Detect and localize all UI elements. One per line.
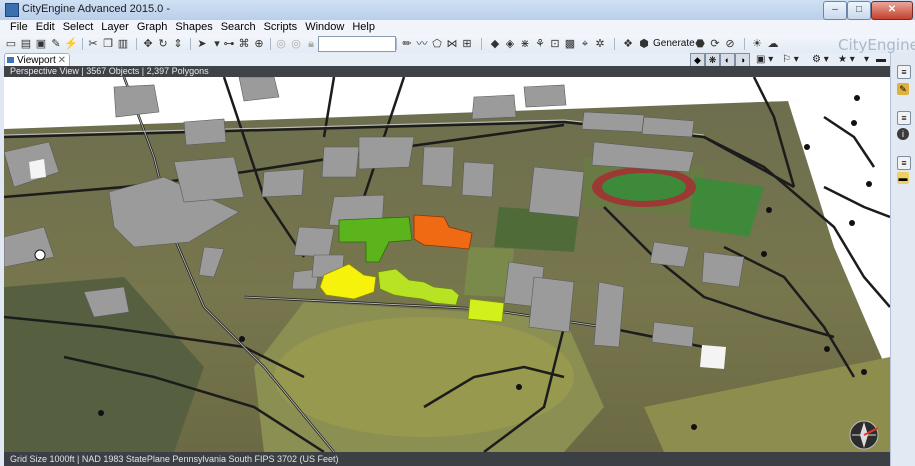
layers-icon[interactable]: ≡: [897, 65, 911, 79]
save-icon[interactable]: ▣: [34, 37, 48, 51]
close-button[interactable]: ✕: [871, 1, 913, 20]
frame-icon[interactable]: ⌘: [237, 37, 251, 51]
menu-layer[interactable]: Layer: [97, 20, 133, 35]
menu-select[interactable]: Select: [59, 20, 98, 35]
graph-icon[interactable]: ⋈: [445, 37, 459, 51]
curve-icon[interactable]: 〰: [415, 37, 429, 51]
update-icon[interactable]: ⟳: [708, 37, 722, 51]
minimize-view-icon[interactable]: ▬: [876, 53, 886, 66]
menu-help[interactable]: Help: [348, 20, 379, 35]
wireframe-icon[interactable]: ◆: [690, 53, 705, 67]
align-icon[interactable]: ⚘: [533, 37, 547, 51]
rule-icon[interactable]: ⊡: [548, 37, 562, 51]
main-toolbar: ▭ ▤ ▣ ✎ ⚡ ✂ ❐ ▥ ✥ ↻ ⇕ ➤ ▾ ⊶ ⌘ ⊕ ◎ ◎ 🔒︎ ✏…: [0, 35, 915, 54]
brush-icon[interactable]: ✏: [400, 37, 414, 51]
status-bar: Grid Size 1000ft | NAD 1983 StatePlane P…: [4, 452, 890, 466]
view-menu-icon[interactable]: ▾: [864, 53, 869, 66]
menu-edit[interactable]: Edit: [32, 20, 59, 35]
panel-menu-icon[interactable]: ≡: [897, 111, 911, 125]
app-icon: [5, 3, 19, 17]
camera-icon[interactable]: ◎: [274, 37, 288, 51]
title-bar: CityEngine Advanced 2015.0 - – □ ✕: [0, 0, 915, 21]
generate-icon[interactable]: ⬢: [637, 37, 651, 51]
menu-bar: File Edit Select Layer Graph Shapes Search Scri…: [0, 20, 915, 35]
shape-edit-icon[interactable]: ◈: [503, 37, 517, 51]
lock-icon[interactable]: 🔒︎: [304, 37, 318, 51]
copy-icon[interactable]: ❐: [101, 37, 115, 51]
menu-shapes[interactable]: Shapes: [171, 20, 216, 35]
texture-icon[interactable]: ❋: [705, 53, 720, 67]
checker-icon[interactable]: ▩: [563, 37, 577, 51]
shading-icon[interactable]: ◐: [720, 53, 735, 67]
status-text: Grid Size 1000ft | NAD 1983 StatePlane P…: [10, 454, 339, 464]
camera-menu-icon[interactable]: ▣ ▾: [756, 53, 773, 66]
compass-icon[interactable]: [849, 420, 879, 450]
open-icon[interactable]: ▤: [19, 37, 33, 51]
generate-small-icon[interactable]: ❖: [621, 37, 635, 51]
star-menu-icon[interactable]: ★ ▾: [838, 53, 855, 66]
viewport-icon: [7, 57, 14, 63]
window-title: CityEngine Advanced 2015.0 -: [22, 3, 170, 15]
building-lime[interactable]: [467, 298, 505, 323]
subdivide-icon[interactable]: ⋇: [518, 37, 532, 51]
bookmark-icon[interactable]: ◎: [289, 37, 303, 51]
viewport-tab-bar: Viewport ✕ ◆ ❋ ◐ ◑ ▣ ▾ ⚐ ▾ ⚙ ▾ ★ ▾ ▾ ▬: [0, 53, 893, 67]
viewport-info-text: Perspective View | 3567 Objects | 2,397 …: [10, 66, 209, 76]
bookmarks-menu-icon[interactable]: ⚐ ▾: [782, 53, 799, 66]
search-input[interactable]: [318, 36, 396, 52]
settings-menu-icon[interactable]: ⚙ ▾: [812, 53, 829, 66]
select-icon[interactable]: ➤: [195, 37, 209, 51]
right-side-panel: ≡ ✎ ≡ i ≡ ▬: [890, 53, 915, 466]
shape-icon[interactable]: ◆: [488, 37, 502, 51]
edit-icon[interactable]: ✎: [49, 37, 63, 51]
menu-file[interactable]: File: [6, 20, 32, 35]
menu-scripts[interactable]: Scripts: [260, 20, 302, 35]
inspector-icon[interactable]: ✎: [897, 83, 909, 95]
paste-icon[interactable]: ▥: [116, 37, 130, 51]
cloud-icon[interactable]: ☁: [766, 37, 780, 51]
scale-icon[interactable]: ⇕: [171, 37, 185, 51]
lighting-icon[interactable]: ◑: [735, 53, 750, 67]
move-icon[interactable]: ✥: [141, 37, 155, 51]
info-icon[interactable]: i: [897, 128, 909, 140]
pan-icon[interactable]: ⊶: [222, 37, 236, 51]
tab-viewport[interactable]: Viewport ✕: [4, 53, 70, 67]
sun-icon[interactable]: ☀: [750, 37, 764, 51]
brand-logo: CityEngine: [838, 36, 915, 54]
maximize-button[interactable]: □: [847, 1, 871, 20]
cleanup-icon[interactable]: ✲: [593, 37, 607, 51]
scene-render: [4, 77, 890, 452]
viewport-info-bar: Perspective View | 3567 Objects | 2,397 …: [4, 66, 890, 77]
zoom-icon[interactable]: ⊕: [252, 37, 266, 51]
panel-menu-2-icon[interactable]: ≡: [897, 156, 911, 170]
regenerate-icon[interactable]: ⬣: [693, 37, 707, 51]
minimize-button[interactable]: –: [823, 1, 847, 20]
cut-icon[interactable]: ✂: [86, 37, 100, 51]
clear-icon[interactable]: ⊘: [723, 37, 737, 51]
grid-icon[interactable]: ⊞: [460, 37, 474, 51]
menu-window[interactable]: Window: [301, 20, 348, 35]
menu-graph[interactable]: Graph: [133, 20, 172, 35]
wand-icon[interactable]: ⚡: [64, 37, 78, 51]
rotate-icon[interactable]: ↻: [156, 37, 170, 51]
tree-icon[interactable]: ⌖: [578, 37, 592, 51]
menu-search[interactable]: Search: [217, 20, 260, 35]
new-icon[interactable]: ▭: [4, 37, 18, 51]
folder-icon[interactable]: ▬: [897, 172, 909, 184]
polygon-icon[interactable]: ⬠: [430, 37, 444, 51]
generate-button[interactable]: Generate: [653, 38, 695, 49]
3d-viewport[interactable]: [4, 77, 890, 452]
